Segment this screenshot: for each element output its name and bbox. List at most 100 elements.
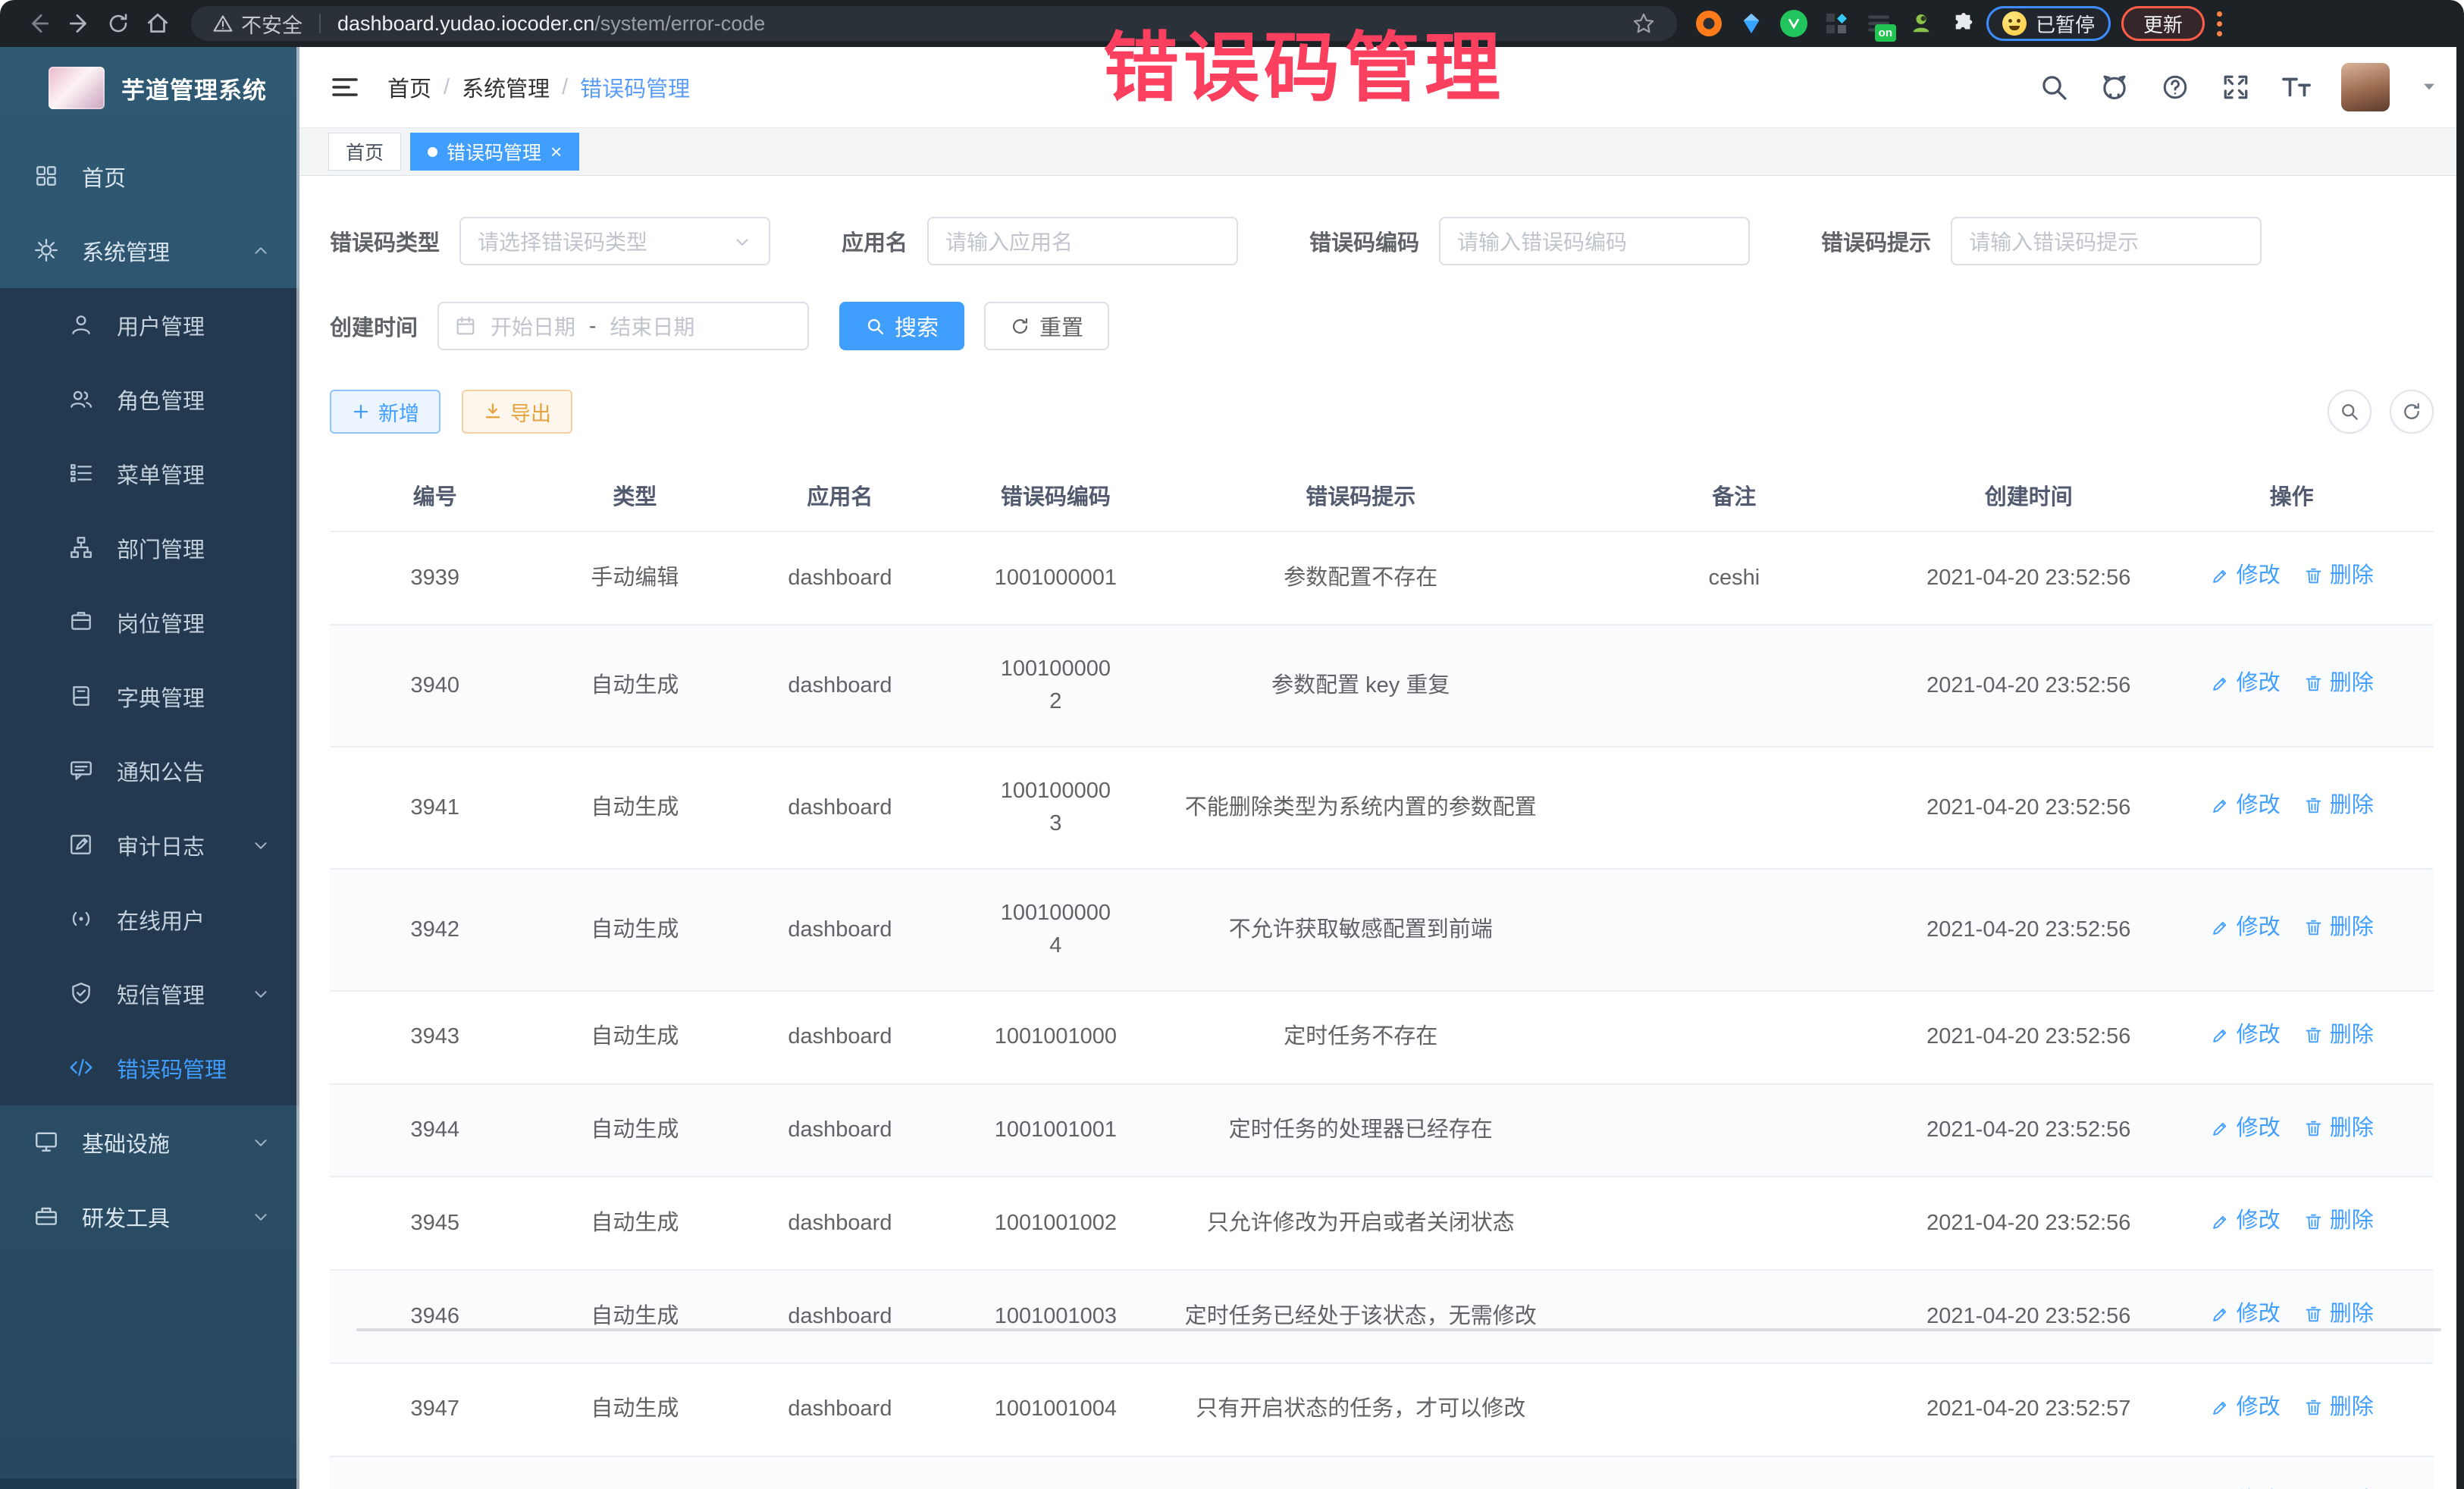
toggle-search-icon[interactable] (2328, 390, 2372, 434)
filter-input[interactable]: 请输入错误码提示 (1951, 217, 2262, 265)
edit-link[interactable]: 修改 (2210, 911, 2281, 945)
cell-time: 2021-04-20 23:52:56 (1908, 625, 2149, 747)
refresh-table-icon[interactable] (2390, 390, 2434, 434)
vue-devtools-extension-icon[interactable] (1779, 8, 1809, 39)
filter-placeholder: 请输入错误码提示 (1969, 226, 2243, 256)
tag-close-icon[interactable]: × (550, 142, 562, 161)
forward-icon[interactable] (59, 4, 99, 43)
sidebar-item-infra[interactable]: 基础设施 (0, 1105, 299, 1180)
delete-link[interactable]: 删除 (2303, 789, 2374, 823)
help-icon[interactable] (2159, 71, 2191, 103)
fullscreen-icon[interactable] (2220, 71, 2252, 103)
avatar-caret-icon[interactable] (2419, 76, 2441, 99)
edit-link[interactable]: 修改 (2210, 1019, 2281, 1052)
cell-code: 1001000003 (951, 747, 1161, 869)
sidebar-item-online[interactable]: 在线用户 (0, 882, 299, 957)
sidebar-item-dashboard[interactable]: 首页 (0, 139, 299, 214)
chrome-update-button[interactable]: 更新 (2121, 6, 2205, 41)
sidebar-bottom-strip (0, 1478, 299, 1489)
cell-actions: 修改删除 (2149, 991, 2434, 1084)
filter-input[interactable]: 请输入错误码编码 (1439, 217, 1750, 265)
cell-code: 1001000001 (951, 531, 1161, 625)
edit-link[interactable]: 修改 (2210, 1391, 2281, 1425)
cell-type: 自动生成 (541, 747, 730, 869)
add-button[interactable]: 新增 (330, 390, 440, 434)
breadcrumb-item[interactable]: 首页 (387, 71, 431, 103)
font-size-icon[interactable] (2281, 71, 2312, 103)
orange-target-extension-icon[interactable] (1694, 8, 1724, 39)
sidebar-item-badge[interactable]: 岗位管理 (0, 585, 299, 660)
user-avatar[interactable] (2341, 63, 2390, 111)
delete-link[interactable]: 删除 (2303, 1205, 2374, 1238)
edit-link[interactable]: 修改 (2210, 1112, 2281, 1146)
delete-link[interactable]: 删除 (2303, 1019, 2374, 1052)
search-icon[interactable] (2038, 71, 2070, 103)
edit-link[interactable]: 修改 (2210, 789, 2281, 823)
app-logo[interactable]: 芋道管理系统 (0, 47, 299, 129)
sidebar-item-user[interactable]: 用户管理 (0, 288, 299, 362)
column-header: 应用名 (729, 464, 950, 531)
sidebar-item-announcement[interactable]: 通知公告 (0, 734, 299, 808)
date-range-picker[interactable]: 开始日期 - 结束日期 (437, 302, 809, 350)
cell-message: 定时任务的处理器已经存在 (1161, 1084, 1560, 1177)
cell-actions: 修改删除 (2149, 747, 2434, 869)
gear-icon (33, 237, 61, 265)
sidebar-item-sms[interactable]: 短信管理 (0, 957, 299, 1031)
delete-link[interactable]: 删除 (2303, 667, 2374, 701)
switch-on-extension-icon[interactable]: on (1864, 8, 1894, 39)
badge-icon (68, 609, 96, 636)
paused-extension-pill[interactable]: 已暂停 (1986, 6, 2111, 41)
org-tree-icon (68, 534, 96, 562)
table-row: 3941自动生成dashboard1001000003不能删除类型为系统内置的参… (330, 747, 2434, 869)
filter-select[interactable]: 请选择错误码类型 (459, 217, 770, 265)
hamburger-icon[interactable] (328, 72, 362, 102)
cell-app: dashboard (729, 869, 950, 991)
back-icon[interactable] (20, 4, 59, 43)
sidebar-item-devtools[interactable]: 研发工具 (0, 1180, 299, 1254)
devtools-icon (33, 1203, 61, 1230)
tag-dot-icon (428, 147, 437, 157)
blue-gem-extension-icon[interactable] (1736, 8, 1766, 39)
edit-link[interactable]: 修改 (2210, 560, 2281, 593)
edit-link[interactable]: 修改 (2210, 1298, 2281, 1331)
delete-link[interactable]: 删除 (2303, 1298, 2374, 1331)
sidebar-item-org-tree[interactable]: 部门管理 (0, 511, 299, 585)
tags-bar: 首页错误码管理× (299, 127, 2464, 176)
edit-icon (2210, 1118, 2230, 1139)
chevron-down-icon (249, 983, 272, 1005)
chrome-menu-icon[interactable] (2217, 11, 2222, 36)
sidebar-item-gear[interactable]: 系统管理 (0, 214, 299, 288)
filter-input[interactable]: 请输入应用名 (927, 217, 1238, 265)
security-warning[interactable]: 不安全 (212, 9, 303, 39)
delete-link[interactable]: 删除 (2303, 560, 2374, 593)
edit-link[interactable]: 修改 (2210, 1484, 2281, 1489)
github-icon[interactable] (2099, 71, 2130, 103)
puzzle-extensions-icon[interactable] (1948, 8, 1979, 39)
export-button[interactable]: 导出 (462, 390, 572, 434)
edit-icon (2210, 1397, 2230, 1418)
filter-label: 错误码编码 (1309, 225, 1419, 257)
bookmark-star-icon[interactable] (1632, 11, 1656, 36)
sidebar-item-audit[interactable]: 审计日志 (0, 808, 299, 882)
grid-diamond-extension-icon[interactable] (1821, 8, 1851, 39)
tag-item[interactable]: 首页 (328, 133, 401, 171)
sidebar-item-code[interactable]: 错误码管理 (0, 1031, 299, 1105)
sidebar-item-menu-list[interactable]: 菜单管理 (0, 437, 299, 511)
edit-link[interactable]: 修改 (2210, 667, 2281, 701)
search-button[interactable]: 搜索 (839, 302, 964, 350)
reload-icon[interactable] (99, 4, 138, 43)
sidebar-item-book[interactable]: 字典管理 (0, 660, 299, 734)
green-spy-extension-icon[interactable] (1906, 8, 1936, 39)
home-icon[interactable] (138, 4, 177, 43)
edit-icon (2210, 1304, 2230, 1324)
delete-link[interactable]: 删除 (2303, 1391, 2374, 1425)
delete-link[interactable]: 删除 (2303, 1484, 2374, 1489)
reset-button[interactable]: 重置 (984, 302, 1109, 350)
breadcrumb-item[interactable]: 系统管理 (462, 71, 550, 103)
tag-active[interactable]: 错误码管理× (410, 133, 579, 171)
delete-link[interactable]: 删除 (2303, 1112, 2374, 1146)
horizontal-scrollbar[interactable] (356, 1328, 2441, 1331)
edit-link[interactable]: 修改 (2210, 1205, 2281, 1238)
sidebar-item-users[interactable]: 角色管理 (0, 362, 299, 437)
delete-link[interactable]: 删除 (2303, 911, 2374, 945)
